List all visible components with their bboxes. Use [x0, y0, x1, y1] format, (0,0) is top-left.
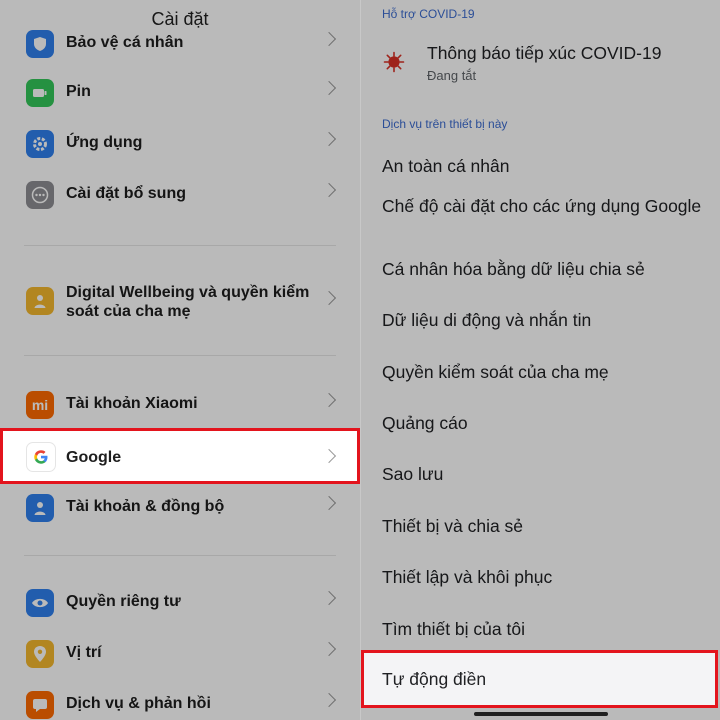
settings-item-privacy[interactable]: Quyền riêng tư	[0, 581, 360, 625]
service-item-backup[interactable]: Sao lưu	[382, 463, 702, 486]
service-item-personal-safety[interactable]: An toàn cá nhân	[382, 155, 702, 178]
settings-item-google[interactable]: Google	[0, 428, 360, 484]
virus-icon	[383, 51, 405, 73]
home-indicator	[474, 712, 608, 716]
xiaomi-mi-logo: mi	[31, 397, 49, 413]
service-item-mobile-data-messaging[interactable]: Dữ liệu di động và nhắn tin	[382, 309, 702, 332]
divider	[24, 555, 336, 556]
account-person-icon	[26, 494, 54, 522]
dim-overlay	[361, 0, 720, 720]
service-item-label: Tự động điền	[382, 669, 487, 689]
service-item-parental-controls[interactable]: Quyền kiểm soát của cha mẹ	[382, 361, 702, 384]
settings-item-accounts-sync[interactable]: Tài khoản & đồng bộ	[0, 486, 360, 530]
settings-panel: Cài đặt Bảo vệ cá nhân Pin Ứng dụng Cài …	[0, 0, 360, 720]
settings-item-battery[interactable]: Pin	[0, 71, 360, 115]
divider	[24, 245, 336, 246]
settings-item-digital-wellbeing[interactable]: Digital Wellbeing và quyền kiểm soát của…	[0, 281, 360, 325]
settings-item-label: Digital Wellbeing và quyền kiểm soát của…	[66, 284, 310, 320]
settings-item-additional[interactable]: Cài đặt bổ sung	[0, 173, 360, 217]
chevron-right-icon	[321, 182, 337, 198]
chevron-right-icon	[321, 641, 337, 657]
location-pin-icon	[26, 640, 54, 668]
chevron-right-icon	[321, 80, 337, 96]
section-header-device-services: Dịch vụ trên thiết bị này	[382, 117, 508, 131]
settings-item-label: Dịch vụ & phản hồi	[66, 695, 211, 712]
google-g-icon	[26, 442, 56, 472]
service-item-find-my-device[interactable]: Tìm thiết bị của tôi	[382, 618, 702, 641]
covid-status: Đang tắt	[427, 68, 477, 83]
service-item-personalize-shared-data[interactable]: Cá nhân hóa bằng dữ liệu chia sẻ	[382, 258, 702, 281]
divider	[24, 355, 336, 356]
battery-icon	[26, 79, 54, 107]
settings-item-label: Tài khoản Xiaomi	[66, 395, 198, 412]
settings-item-services-feedback[interactable]: Dịch vụ & phản hồi	[0, 683, 360, 720]
service-item-google-app-settings[interactable]: Chế độ cài đặt cho các ứng dụng Google	[382, 195, 702, 218]
settings-item-label: Cài đặt bổ sung	[66, 185, 186, 202]
chevron-right-icon	[321, 495, 337, 511]
google-settings-panel: Hỗ trợ COVID-19 Thông báo tiếp xúc COVID…	[361, 0, 720, 720]
eye-icon	[26, 589, 54, 617]
service-item-devices-sharing[interactable]: Thiết bị và chia sẻ	[382, 515, 702, 538]
settings-item-personal-protection[interactable]: Bảo vệ cá nhân	[0, 22, 360, 66]
feedback-icon	[26, 691, 54, 719]
service-item-setup-restore[interactable]: Thiết lập và khôi phục	[382, 566, 702, 589]
chevron-right-icon	[321, 31, 337, 47]
chevron-right-icon	[321, 590, 337, 606]
service-item-autofill[interactable]: Tự động điền	[361, 650, 718, 708]
settings-item-label: Tài khoản & đồng bộ	[66, 498, 225, 515]
covid-notification-item[interactable]: Thông báo tiếp xúc COVID-19 Đang tắt	[361, 36, 720, 92]
settings-item-label: Ứng dụng	[66, 134, 143, 151]
chevron-right-icon	[321, 392, 337, 408]
settings-item-label: Quyền riêng tư	[66, 593, 181, 610]
chevron-right-icon	[321, 131, 337, 147]
settings-item-label: Pin	[66, 83, 91, 100]
gear-icon	[26, 130, 54, 158]
section-header-covid: Hỗ trợ COVID-19	[382, 7, 475, 21]
xiaomi-mi-icon: mi	[26, 391, 54, 419]
settings-item-location[interactable]: Vị trí	[0, 632, 360, 676]
shield-icon	[26, 30, 54, 58]
wellbeing-person-icon	[26, 287, 54, 315]
settings-item-label: Vị trí	[66, 644, 102, 661]
settings-item-apps[interactable]: Ứng dụng	[0, 122, 360, 166]
settings-item-xiaomi-account[interactable]: mi Tài khoản Xiaomi	[0, 383, 360, 427]
chevron-right-icon	[321, 692, 337, 708]
chevron-right-icon	[321, 448, 337, 464]
settings-item-label: Bảo vệ cá nhân	[66, 34, 184, 51]
covid-title: Thông báo tiếp xúc COVID-19	[427, 43, 662, 63]
service-item-ads[interactable]: Quảng cáo	[382, 412, 702, 435]
more-dots-icon	[26, 181, 54, 209]
chevron-right-icon	[321, 290, 337, 306]
settings-item-label: Google	[66, 449, 122, 466]
